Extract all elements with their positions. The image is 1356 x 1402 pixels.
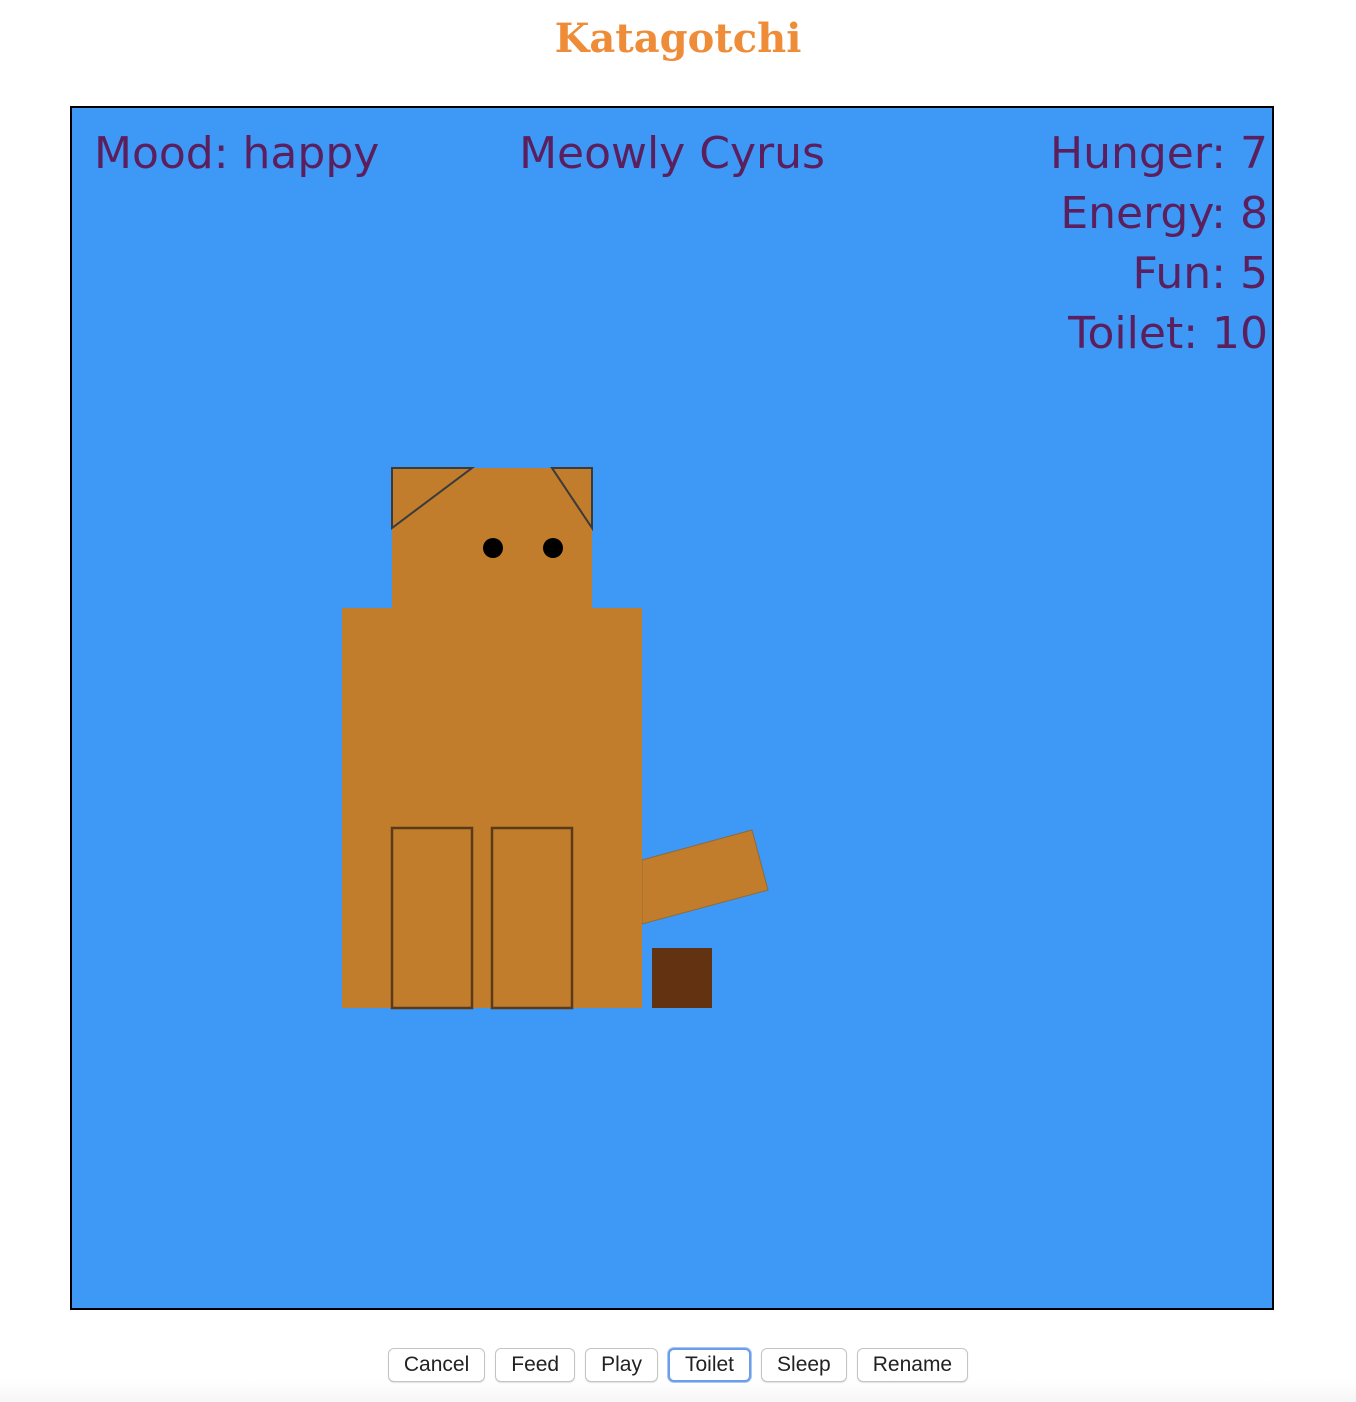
- controls-bar: Cancel Feed Play Toilet Sleep Rename: [0, 1348, 1356, 1382]
- cat-tail: [641, 829, 769, 925]
- rename-button[interactable]: Rename: [856, 1348, 969, 1382]
- cat-left-eye: [483, 538, 503, 558]
- poop: [652, 948, 712, 1008]
- game-canvas[interactable]: Mood: happy Meowly Cyrus Hunger: 7 Energ…: [70, 106, 1274, 1310]
- cat-sprite: [342, 467, 769, 1010]
- page-title: Katagotchi: [554, 15, 802, 62]
- cancel-button[interactable]: Cancel: [387, 1348, 486, 1382]
- cat-right-eye: [543, 538, 563, 558]
- play-button[interactable]: Play: [585, 1348, 658, 1382]
- page: Katagotchi Mood: happy Meowly Cyrus Hung…: [0, 0, 1356, 1402]
- sleep-button[interactable]: Sleep: [761, 1348, 847, 1382]
- feed-button[interactable]: Feed: [495, 1348, 576, 1382]
- toilet-button[interactable]: Toilet: [667, 1348, 752, 1382]
